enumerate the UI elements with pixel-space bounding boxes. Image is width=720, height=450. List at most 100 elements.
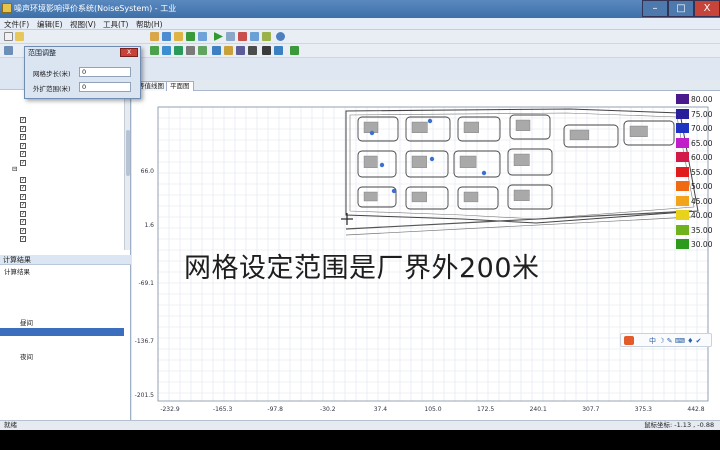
layers-scrollbar[interactable] <box>124 90 130 250</box>
layer-tree-item[interactable]: ✓ <box>0 174 124 183</box>
help-icon[interactable] <box>276 32 285 41</box>
legend-label: 70.00 <box>691 124 713 133</box>
layer-tree-item[interactable]: ✓ <box>0 123 124 132</box>
result-tree-item[interactable] <box>0 327 124 336</box>
input-method-bar[interactable]: 中 ☽ ✎ ⌨ ♦ ✔ <box>620 333 712 347</box>
wall-icon[interactable] <box>186 46 195 55</box>
run-icon[interactable] <box>214 32 223 41</box>
export-icon[interactable] <box>262 32 271 41</box>
building-icon[interactable] <box>162 46 171 55</box>
minimize-button[interactable]: – <box>642 0 668 17</box>
layer-tree-item[interactable]: ⊟ <box>0 165 124 174</box>
site-building <box>459 155 477 168</box>
source-icon[interactable] <box>174 32 183 41</box>
x-tick-label: 37.4 <box>374 406 388 413</box>
menu-tools[interactable]: 工具(T) <box>103 19 128 30</box>
result-tree-item[interactable] <box>0 294 124 303</box>
result-tree-item[interactable]: 夜间 <box>0 353 124 362</box>
menu-edit[interactable]: 编辑(E) <box>37 19 63 30</box>
site-building <box>629 125 648 138</box>
layer-tree-item[interactable]: ✓ <box>0 114 124 123</box>
tree-icon[interactable] <box>150 46 159 55</box>
layer-tree-item[interactable]: ✓ <box>0 208 124 217</box>
noise-source <box>379 162 385 168</box>
noise-source <box>391 188 397 194</box>
result-tree-item[interactable]: 计算结果 <box>0 268 124 277</box>
site-building <box>411 121 428 134</box>
table-icon[interactable] <box>250 32 259 41</box>
maximize-button[interactable]: □ <box>668 0 694 17</box>
layer-tree-item[interactable]: ✓ <box>0 157 124 166</box>
layer-tree-item[interactable]: ✓ <box>0 182 124 191</box>
result-tree-item[interactable] <box>0 277 124 286</box>
result-tree-item[interactable]: 昼间 <box>0 319 124 328</box>
site-building <box>513 189 530 202</box>
range-dialog: 范围调整 X 网格步长(米) 外扩范围(米) <box>24 46 141 99</box>
result-tree-item[interactable] <box>0 285 124 294</box>
result-tree-item[interactable] <box>0 311 124 320</box>
noise-legend: 80.00 75.00 70.00 65.00 60.00 55.00 50.00 45.00… <box>676 94 716 254</box>
x-tick-label: 240.1 <box>530 406 547 413</box>
legend-swatch <box>676 195 689 206</box>
pointer-icon[interactable] <box>4 46 13 55</box>
legend-swatch <box>676 166 689 177</box>
ime-status-icon: 中 ☽ ✎ ⌨ ♦ ✔ <box>649 337 702 345</box>
road-icon[interactable] <box>174 46 183 55</box>
layer-tree-item[interactable]: ✓ <box>0 199 124 208</box>
measure-icon[interactable] <box>212 46 221 55</box>
zoom-icon[interactable] <box>262 46 271 55</box>
terrain-icon[interactable] <box>198 46 207 55</box>
x-tick-label: -165.3 <box>213 406 233 413</box>
layer-tree-item[interactable]: ✓ <box>0 225 124 234</box>
close-button[interactable]: X <box>694 0 720 17</box>
tab-plan[interactable]: 平面图 <box>166 81 194 91</box>
expand-icon[interactable]: ⊟ <box>12 165 17 173</box>
window-title: 噪声环境影响评价系统(NoiseSystem) - 工业 <box>14 4 177 13</box>
flag-icon[interactable] <box>290 46 299 55</box>
legend-swatch <box>676 224 689 235</box>
legend-swatch <box>676 181 689 191</box>
result-tree-item[interactable] <box>0 370 124 379</box>
grid-step-input[interactable] <box>79 67 131 77</box>
chart-icon[interactable] <box>238 32 247 41</box>
dialog-title: 范围调整 <box>28 49 56 57</box>
result-tree-label: 昼间 <box>20 319 33 327</box>
result-tree-item[interactable] <box>0 302 124 311</box>
extend-range-input[interactable] <box>79 82 131 92</box>
label-icon[interactable] <box>224 46 233 55</box>
receiver-icon[interactable] <box>186 32 195 41</box>
noise-source <box>429 156 435 162</box>
site-building <box>569 129 590 141</box>
layer-icon[interactable] <box>150 32 159 41</box>
report-icon[interactable] <box>226 32 235 41</box>
open-folder-icon[interactable] <box>15 32 24 41</box>
layer-tree-item[interactable]: ✓ <box>0 191 124 200</box>
menu-help[interactable]: 帮助(H) <box>136 19 163 30</box>
layer-tree-item[interactable]: ✓ <box>0 148 124 157</box>
legend-label: 40.00 <box>691 211 713 220</box>
result-tree-item[interactable] <box>0 362 124 371</box>
menu-view[interactable]: 视图(V) <box>70 19 96 30</box>
layer-tree-item[interactable]: ✓ <box>0 233 124 242</box>
contour-icon[interactable] <box>236 46 245 55</box>
result-tree-item[interactable] <box>0 336 124 345</box>
grid-icon[interactable] <box>162 32 171 41</box>
layer-tree-checkbox[interactable]: ✓ <box>20 236 26 242</box>
toolbar-main <box>0 30 720 44</box>
legend-label: 60.00 <box>691 153 713 162</box>
dialog-close-button[interactable]: X <box>120 48 138 57</box>
y-tick-label: 66.0 <box>141 168 155 175</box>
layer-tree-item[interactable]: ✓ <box>0 216 124 225</box>
layer-tree-item[interactable]: ✓ <box>0 131 124 140</box>
result-tree-item[interactable] <box>0 345 124 354</box>
y-tick-label: -69.1 <box>138 280 154 287</box>
pan-icon[interactable] <box>274 46 283 55</box>
legend-swatch <box>676 137 689 148</box>
menu-file[interactable]: 文件(F) <box>4 19 29 30</box>
new-file-icon[interactable] <box>4 32 13 41</box>
layer-tree-item[interactable]: ✓ <box>0 140 124 149</box>
result-tree-item[interactable] <box>0 379 124 388</box>
legend-label: 80.00 <box>691 95 713 104</box>
barrier-icon[interactable] <box>198 32 207 41</box>
print-icon[interactable] <box>248 46 257 55</box>
